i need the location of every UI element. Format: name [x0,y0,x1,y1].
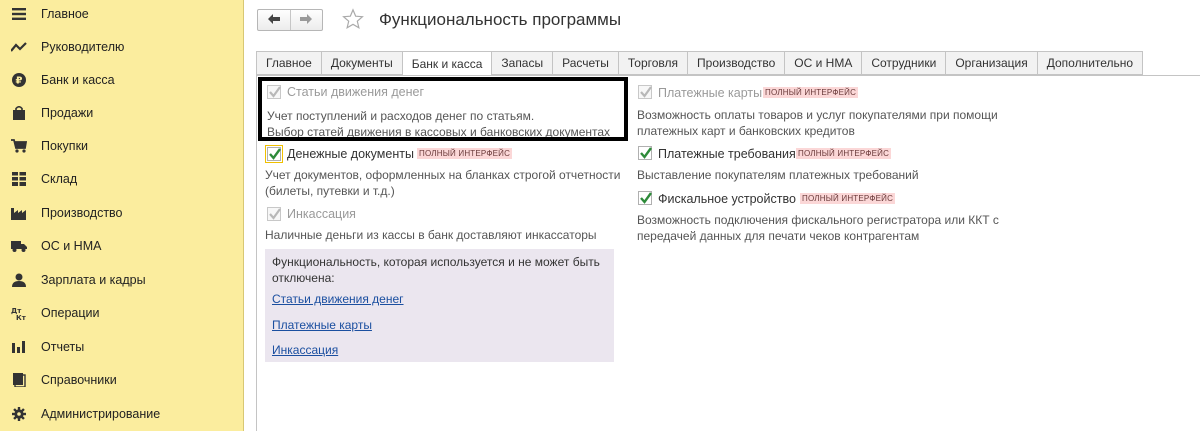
full-interface-badge: ПОЛНЫЙ ИНТЕРФЕЙС [417,148,513,159]
sidebar-item-label: Администрирование [41,406,161,421]
payment-requests-label: Платежные требования [658,147,796,161]
full-interface-badge: ПОЛНЫЙ ИНТЕРФЕЙС [763,87,859,98]
truck-icon [11,238,27,254]
money-docs-description: Учет документов, оформленных на бланках … [265,168,621,198]
sidebar-item-label: Склад [41,171,78,186]
tab-main[interactable]: Главное [256,51,322,75]
sidebar-item-warehouse[interactable]: Склад [0,162,243,195]
svg-text:Кт: Кт [16,314,27,320]
sidebar-item-label: Зарплата и кадры [41,272,146,287]
link-cashflow-items[interactable]: Статьи движения денег [272,292,404,306]
menu-icon [11,6,27,22]
info-box-text: Функциональность, которая используется и… [272,255,600,285]
back-button[interactable] [258,10,290,30]
payment-requests-checkbox[interactable] [638,146,652,160]
highlight-frame [258,77,628,141]
tab-production[interactable]: Производство [688,51,786,75]
sidebar-item-label: Руководителю [41,39,125,54]
sidebar-item-reports[interactable]: Отчеты [0,330,243,363]
money-docs-label: Денежные документы [287,147,414,161]
books-icon [11,372,27,388]
link-payment-cards[interactable]: Платежные карты [272,318,372,332]
payment-cards-checkbox[interactable] [638,85,652,99]
tab-frame [256,75,257,431]
factory-icon [11,205,27,221]
payment-requests-description: Выставление покупателям платежных требов… [637,168,919,182]
money-docs-checkbox[interactable] [265,145,283,163]
tab-additional[interactable]: Дополнительно [1037,51,1144,75]
sidebar-item-label: Главное [41,6,89,21]
tab-bank-cash[interactable]: Банк и касса [402,51,493,76]
sidebar-item-bank[interactable]: ₽ Банк и касса [0,63,243,96]
warehouse-icon [11,171,27,187]
tab-fixed-assets[interactable]: ОС и НМА [785,51,863,75]
tab-bar: Главное Документы Банк и касса Запасы Ра… [256,51,1144,76]
sidebar-item-manager[interactable]: Руководителю [0,30,243,63]
history-nav [257,9,323,31]
sidebar-item-label: Операции [41,305,100,320]
sidebar-item-label: ОС и НМА [41,238,102,253]
sidebar-item-label: Продажи [41,105,94,120]
sidebar-item-sales[interactable]: Продажи [0,96,243,129]
bar-chart-icon [11,339,27,355]
sidebar-item-label: Производство [41,205,123,220]
collection-description: Наличные деньги из кассы в банк доставля… [265,228,597,242]
tab-employees[interactable]: Сотрудники [862,51,947,75]
link-collection[interactable]: Инкассация [272,343,338,357]
sidebar-item-fixed-assets[interactable]: ОС и НМА [0,229,243,262]
tab-documents[interactable]: Документы [321,51,403,75]
full-interface-badge: ПОЛНЫЙ ИНТЕРФЕЙС [800,193,896,204]
trend-icon [11,39,27,55]
sidebar-item-operations[interactable]: Дт Кт Операции [0,296,243,329]
bag-icon [11,105,27,121]
cart-icon [11,138,27,154]
fiscal-device-description: Возможность подключения фискального реги… [637,213,999,243]
sidebar-item-label: Покупки [41,138,89,153]
sidebar: Главное Руководителю ₽ Банк и касса Прод… [0,0,244,431]
tab-settlements[interactable]: Расчеты [553,51,619,75]
full-interface-badge: ПОЛНЫЙ ИНТЕРФЕЙС [796,148,892,159]
tab-inventory[interactable]: Запасы [492,51,554,75]
sidebar-item-main[interactable]: Главное [0,0,243,30]
page-title: Функциональность программы [379,10,622,29]
arrow-right-icon [300,13,313,27]
sidebar-item-purchases[interactable]: Покупки [0,129,243,162]
arrow-left-icon [267,13,280,27]
fiscal-device-checkbox[interactable] [638,191,652,205]
collection-checkbox[interactable] [267,207,281,221]
sidebar-item-label: Банк и касса [41,72,115,87]
sidebar-item-label: Отчеты [41,339,85,354]
tab-divider [256,75,1200,76]
person-icon [11,272,27,288]
sidebar-item-label: Справочники [41,372,117,387]
collection-label: Инкассация [287,207,356,221]
tab-trade[interactable]: Торговля [618,51,689,75]
svg-text:₽: ₽ [16,75,23,86]
sidebar-item-salary[interactable]: Зарплата и кадры [0,263,243,296]
sidebar-item-production[interactable]: Производство [0,196,243,229]
operations-icon: Дт Кт [11,305,27,321]
info-box: Функциональность, которая используется и… [265,249,614,362]
sidebar-item-catalogs[interactable]: Справочники [0,363,243,396]
forward-button[interactable] [289,10,323,30]
gear-icon [11,406,27,422]
tab-organization[interactable]: Организация [946,51,1038,75]
payment-cards-label: Платежные карты [658,86,763,100]
ruble-icon: ₽ [11,72,27,88]
favorite-star-icon[interactable] [342,8,364,33]
fiscal-device-label: Фискальное устройство [658,192,796,206]
payment-cards-description: Возможность оплаты товаров и услуг покуп… [637,108,998,138]
sidebar-item-admin[interactable]: Администрирование [0,397,243,430]
